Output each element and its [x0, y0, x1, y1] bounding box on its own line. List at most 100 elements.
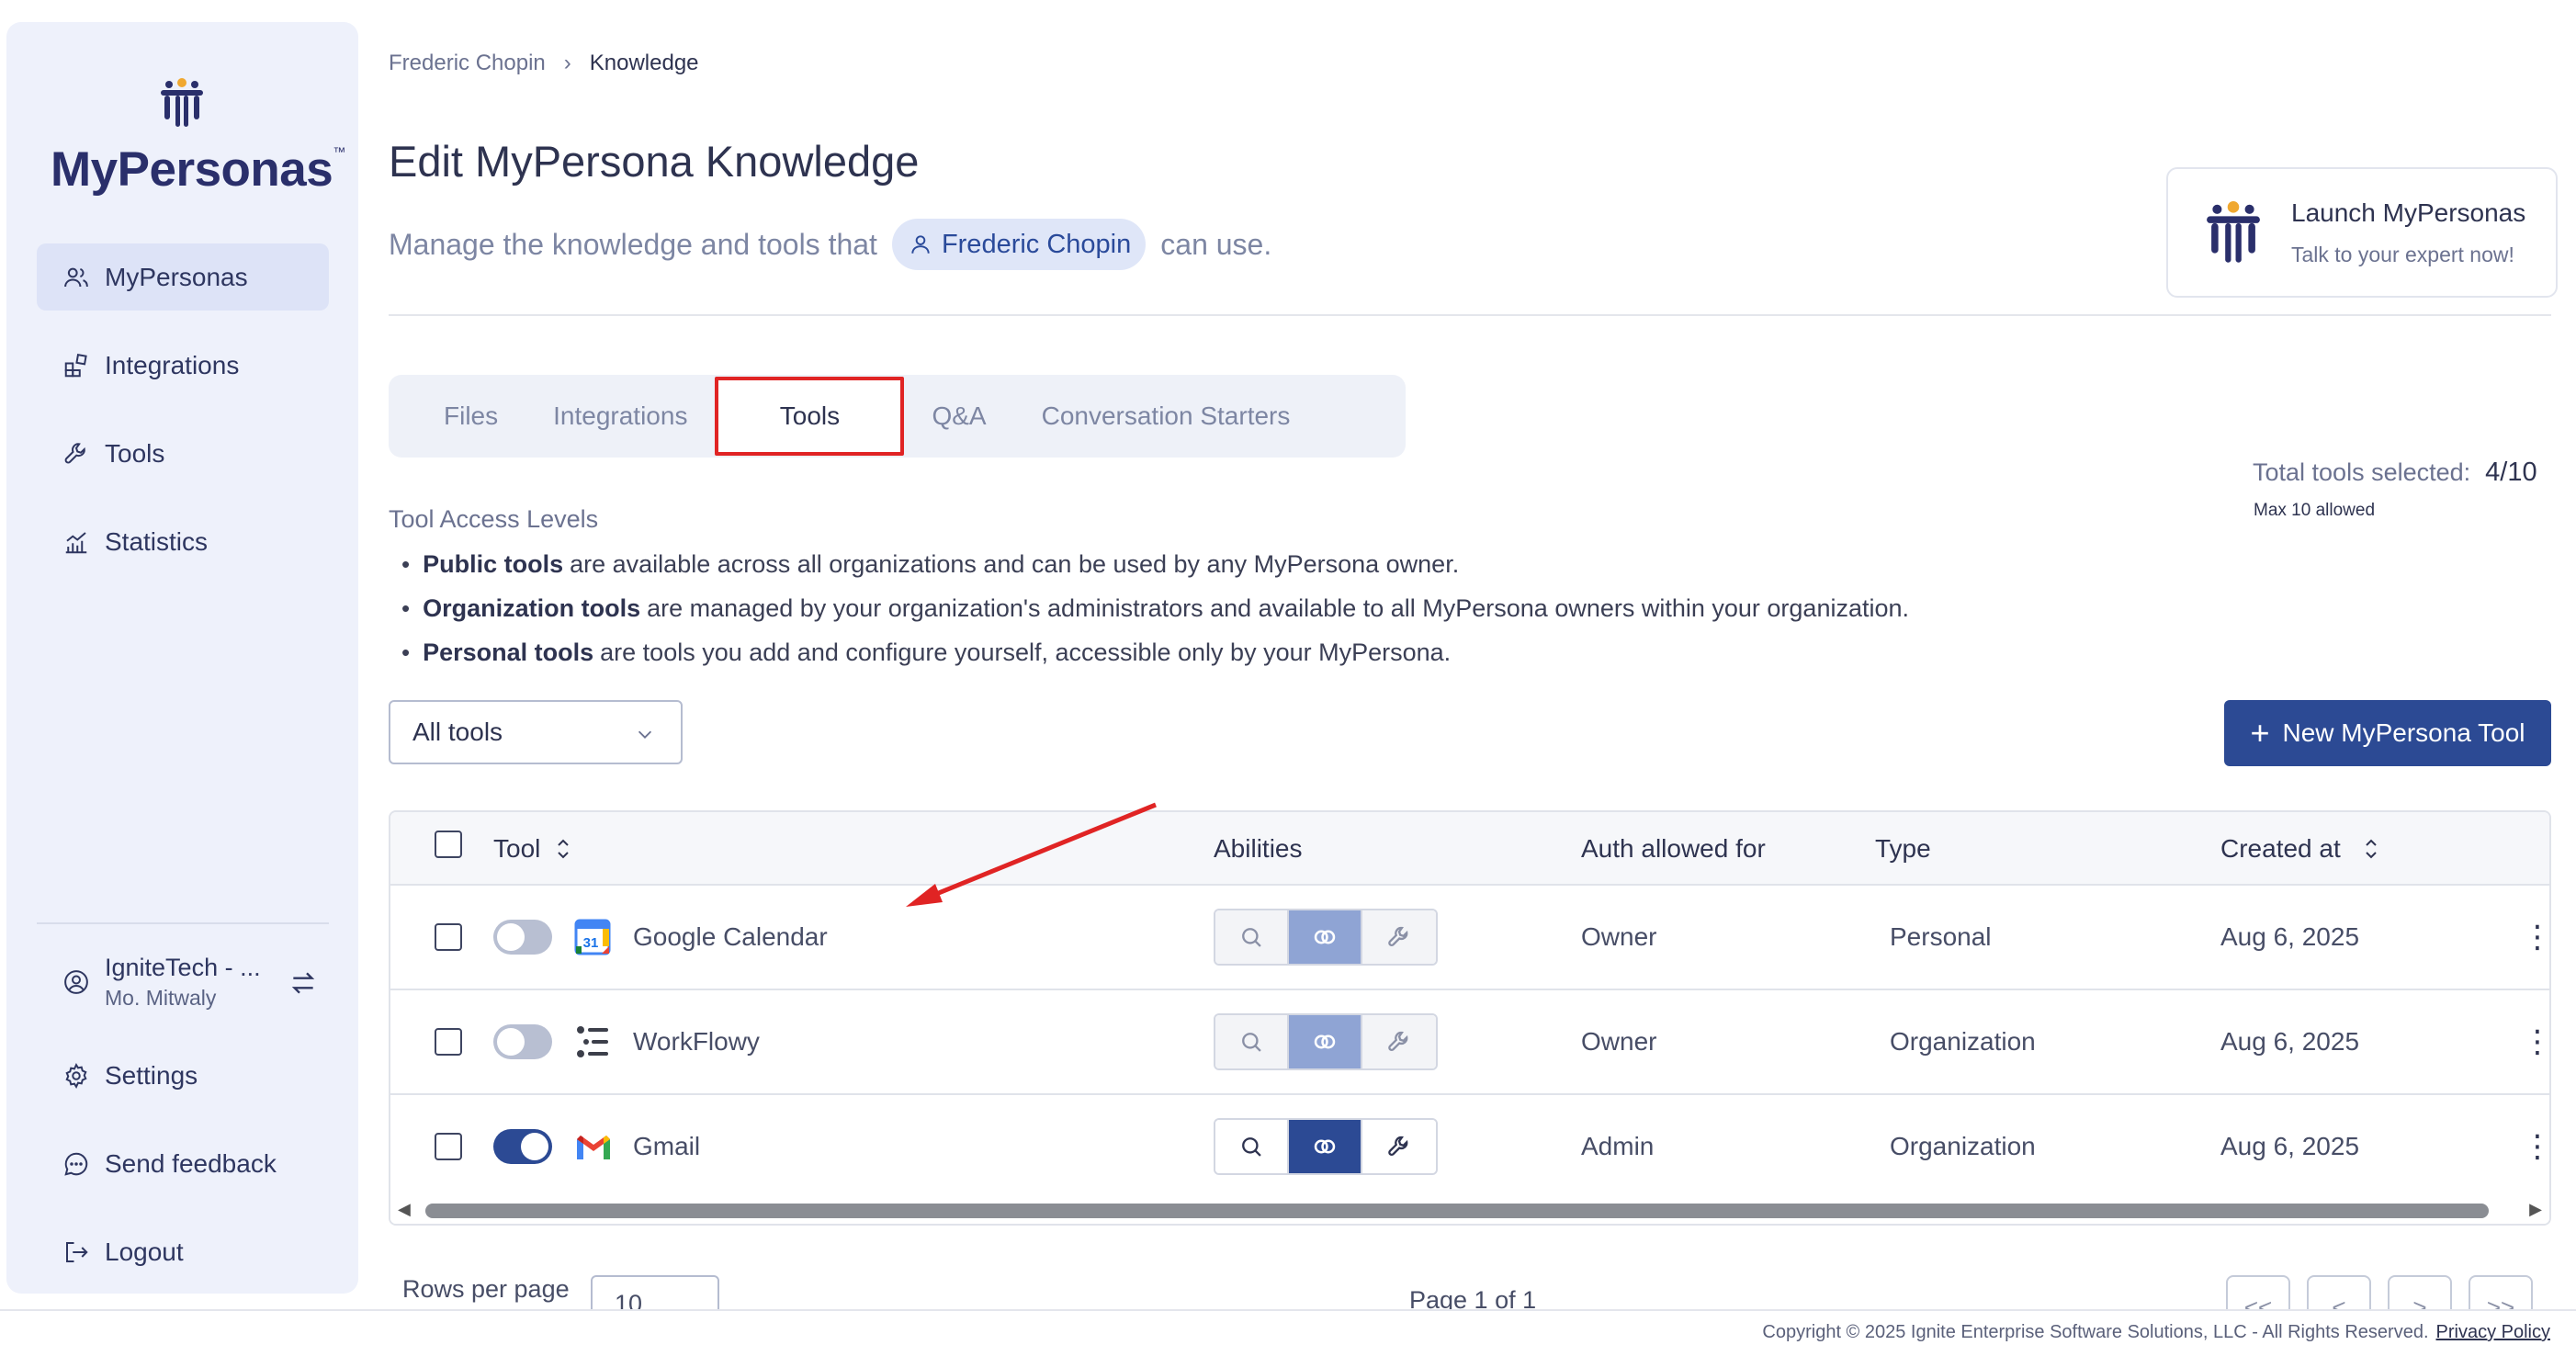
plus-icon: +	[2250, 714, 2270, 752]
breadcrumb-current: Knowledge	[589, 51, 699, 75]
more-options-icon[interactable]: ⋮	[2522, 886, 2549, 989]
search-icon	[1242, 1137, 1261, 1157]
workflowy-icon	[577, 1026, 608, 1057]
tab-tools[interactable]: Tools	[715, 377, 905, 456]
sidebar-item-statistics[interactable]: Statistics	[37, 508, 329, 575]
tool-ability[interactable]	[1362, 910, 1436, 964]
created-value: Aug 6, 2025	[2220, 1027, 2360, 1056]
column-abilities: Abilities	[1214, 834, 1303, 863]
row-checkbox[interactable]	[435, 1028, 462, 1056]
tab-qa[interactable]: Q&A	[904, 384, 1013, 448]
sort-icon	[558, 839, 570, 859]
subtitle-after: can use.	[1160, 227, 1272, 261]
search-icon	[1242, 1033, 1261, 1052]
link-ability[interactable]	[1289, 910, 1362, 964]
user-circle-icon	[64, 970, 88, 994]
launch-card-subtitle: Talk to your expert now!	[2291, 242, 2514, 266]
column-created[interactable]: Created at	[2220, 834, 2379, 864]
search-ability[interactable]	[1215, 910, 1289, 964]
row-checkbox[interactable]	[435, 923, 462, 951]
sidebar-item-logout[interactable]: Logout	[37, 1218, 329, 1285]
tab-integrations[interactable]: Integrations	[525, 384, 715, 448]
launch-mypersonas-card[interactable]: Launch MyPersonas Talk to your expert no…	[2166, 167, 2558, 298]
total-tools-selected: Total tools selected: 4/10	[2253, 458, 2537, 488]
chevron-right-icon: ›	[563, 51, 571, 75]
tool-name: Gmail	[633, 1132, 701, 1160]
mypersonas-logo[interactable]: MyPersonas™	[51, 77, 345, 197]
tool-toggle[interactable]	[493, 1024, 552, 1059]
sidebar-item-settings[interactable]: Settings	[37, 1042, 329, 1109]
abilities-group	[1214, 1013, 1438, 1070]
tool-name: WorkFlowy	[633, 1027, 760, 1056]
sidebar-item-tools[interactable]: Tools	[37, 420, 329, 487]
org-user: Mo. Mitwaly	[105, 986, 217, 1010]
auth-value: Owner	[1581, 1027, 1657, 1056]
page-title: Edit MyPersona Knowledge	[389, 137, 920, 186]
scroll-left-icon[interactable]: ◀	[398, 1200, 411, 1219]
sidebar-item-integrations[interactable]: Integrations	[37, 332, 329, 399]
persona-chip[interactable]: Frederic Chopin	[891, 219, 1147, 270]
row-checkbox[interactable]	[435, 1133, 462, 1160]
new-mypersona-tool-button[interactable]: + New MyPersona Tool	[2224, 700, 2551, 766]
list-item: Personal toolsare tools you add and conf…	[401, 630, 1909, 674]
link-ability[interactable]	[1289, 1120, 1362, 1173]
type-value: Organization	[1890, 1027, 2036, 1056]
horizontal-scrollbar[interactable]: ◀ ▶	[390, 1196, 2549, 1224]
table-row[interactable]: WorkFlowy Owner Organization Aug 6, 2025…	[390, 990, 2549, 1095]
logout-icon	[66, 1241, 88, 1262]
tool-ability[interactable]	[1362, 1015, 1436, 1068]
search-ability[interactable]	[1215, 1120, 1289, 1173]
more-options-icon[interactable]: ⋮	[2522, 990, 2549, 1093]
sidebar-item-mypersonas[interactable]: MyPersonas	[37, 243, 329, 311]
table-row[interactable]: 31 Google Calendar Owner Personal Aug 6,…	[390, 886, 2549, 990]
tool-toggle[interactable]	[493, 1129, 552, 1164]
privacy-policy-link[interactable]: Privacy Policy	[2436, 1322, 2550, 1342]
sidebar-item-label: Tools	[105, 438, 165, 468]
select-all-checkbox[interactable]	[435, 831, 462, 858]
access-level-name: Organization tools	[423, 593, 641, 622]
access-levels-list: Public toolsare available across all org…	[401, 542, 1909, 674]
org-switcher[interactable]: IgniteTech - ... Mo. Mitwaly	[37, 950, 329, 1014]
search-icon	[1242, 928, 1261, 947]
puzzle-icon	[64, 353, 87, 377]
sidebar-item-label: Logout	[105, 1237, 184, 1266]
breadcrumb: Frederic Chopin › Knowledge	[389, 51, 699, 76]
users-icon	[64, 267, 88, 287]
org-name: IgniteTech - ...	[105, 954, 261, 981]
column-tool[interactable]: Tool	[493, 834, 571, 864]
list-item: Organization toolsare managed by your or…	[401, 586, 1909, 630]
scroll-thumb[interactable]	[425, 1204, 2489, 1218]
wrench-icon	[1388, 1031, 1408, 1051]
footer: Copyright © 2025 Ignite Enterprise Softw…	[0, 1309, 2576, 1345]
tool-filter-value: All tools	[412, 718, 503, 746]
type-value: Personal	[1890, 922, 1992, 951]
svg-text:31: 31	[583, 935, 599, 951]
search-ability[interactable]	[1215, 1015, 1289, 1068]
tools-table: Tool Abilities Auth allowed for Type Cre…	[389, 810, 2551, 1226]
tool-filter-select[interactable]: All tools	[389, 700, 683, 764]
auth-value: Owner	[1581, 922, 1657, 951]
table-row[interactable]: Gmail Admin Organization Aug 6, 2025 ⋮	[390, 1095, 2549, 1200]
column-tool-label: Tool	[493, 834, 541, 863]
link-ability[interactable]	[1289, 1015, 1362, 1068]
sidebar-item-label: Send feedback	[105, 1148, 277, 1178]
page-subtitle: Manage the knowledge and tools that Fred…	[389, 219, 1271, 270]
access-levels-title: Tool Access Levels	[389, 505, 599, 533]
scroll-right-icon[interactable]: ▶	[2529, 1200, 2542, 1219]
sidebar-item-send-feedback[interactable]: Send feedback	[37, 1130, 329, 1197]
list-item: Public toolsare available across all org…	[401, 542, 1909, 586]
tool-ability[interactable]	[1362, 1120, 1436, 1173]
header-divider	[389, 314, 2551, 316]
breadcrumb-parent-link[interactable]: Frederic Chopin	[389, 51, 546, 76]
wrench-icon	[1388, 926, 1408, 946]
max-tools: Max 10 allowed	[2254, 501, 2376, 520]
tool-toggle[interactable]	[493, 920, 552, 955]
copyright-text: Copyright © 2025 Ignite Enterprise Softw…	[1762, 1322, 2429, 1342]
more-options-icon[interactable]: ⋮	[2522, 1095, 2549, 1198]
tab-files[interactable]: Files	[416, 384, 525, 448]
tab-conversation-starters[interactable]: Conversation Starters	[1014, 384, 1318, 448]
column-type: Type	[1875, 834, 1931, 863]
sidebar-item-label: Statistics	[105, 526, 209, 556]
table-header: Tool Abilities Auth allowed for Type Cre…	[390, 812, 2549, 886]
swap-icon[interactable]	[288, 968, 318, 998]
